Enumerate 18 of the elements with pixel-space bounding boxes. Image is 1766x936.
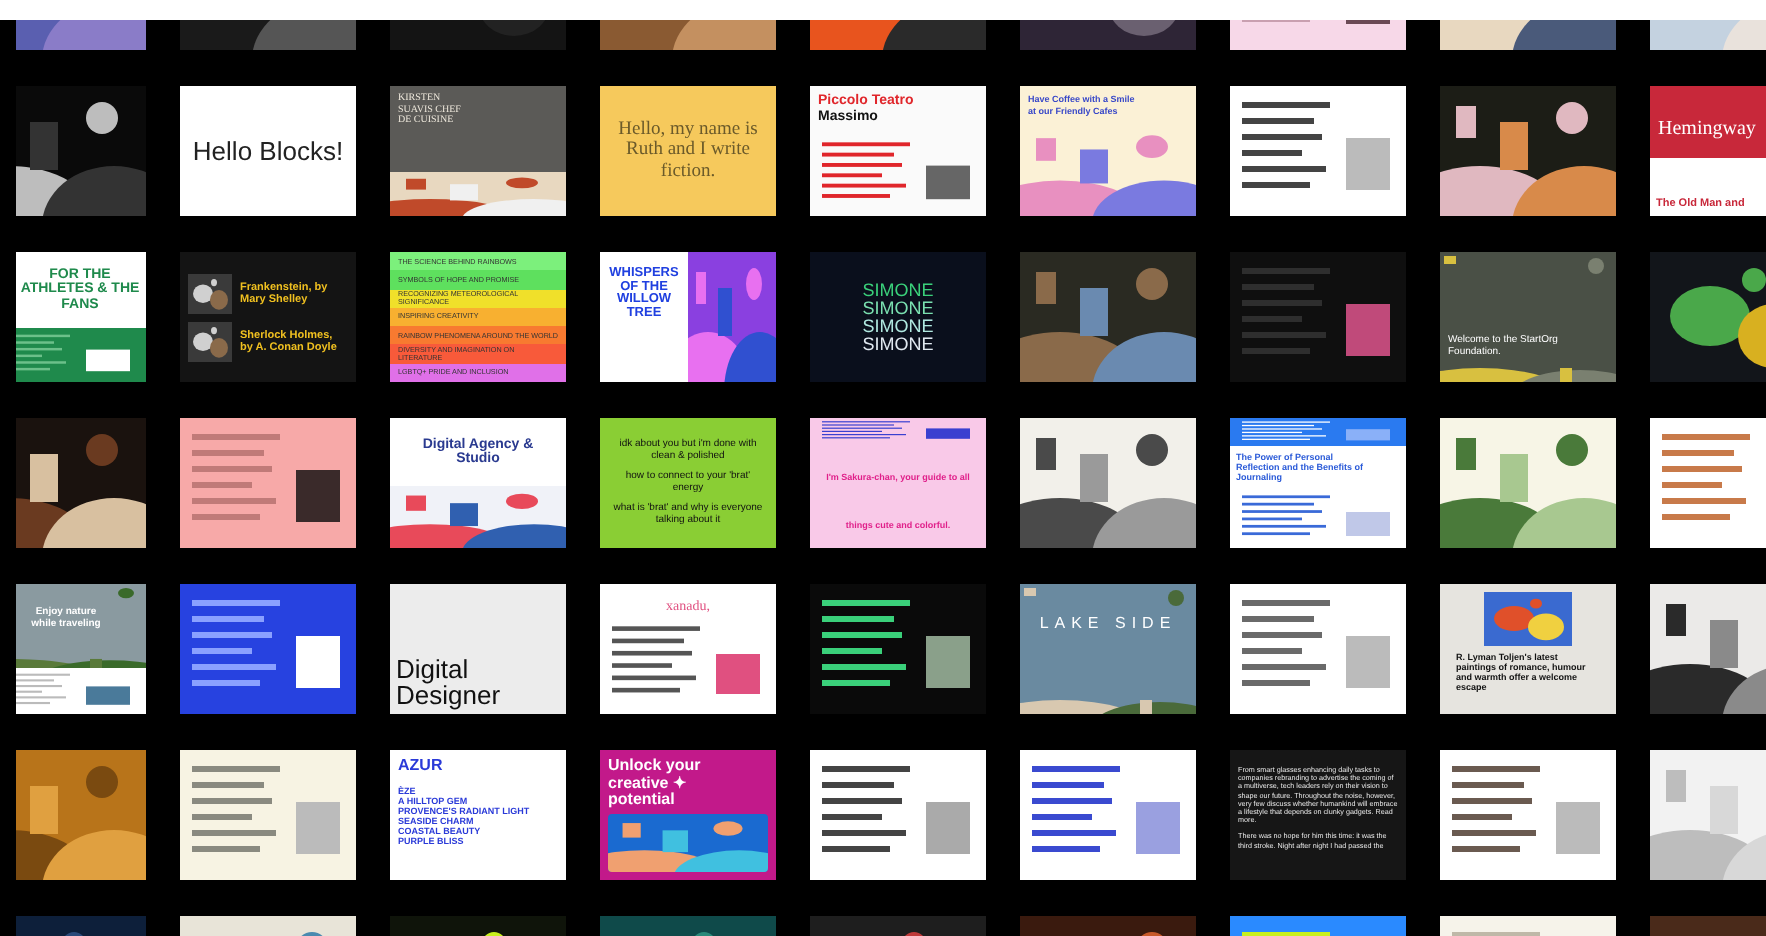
headline: SIMONE [862,317,934,335]
thumbnail[interactable]: LAKE SIDE [1020,584,1196,714]
thumbnail[interactable]: Hello Blocks! [180,86,356,216]
headline: Unlock your creative ✦ potential [608,758,703,809]
headline: Hello, my name is Ruth and I write fiction. [616,119,760,183]
headline: SIMONE [862,281,934,299]
thumbnail[interactable]: Digital Designer [390,584,566,714]
headline: SIMONE [862,299,934,317]
logo-text: AZUR [398,758,445,774]
thumbnail[interactable]: SIMONE SIMONE SIMONE SIMONE [810,252,986,382]
headline: Hello Blocks! [192,138,344,164]
headline: Hemingway [1658,118,1756,140]
thumbnail[interactable] [390,252,566,382]
thumbnail[interactable]: Hello, my name is Ruth and I write fiction. [600,86,776,216]
headline: LAKE SIDE [1037,616,1179,632]
thumbnail[interactable]: Unlock your creative ✦ potential [600,750,776,880]
headline: SIMONE [862,335,934,353]
headline: Digital Designer [396,656,503,708]
